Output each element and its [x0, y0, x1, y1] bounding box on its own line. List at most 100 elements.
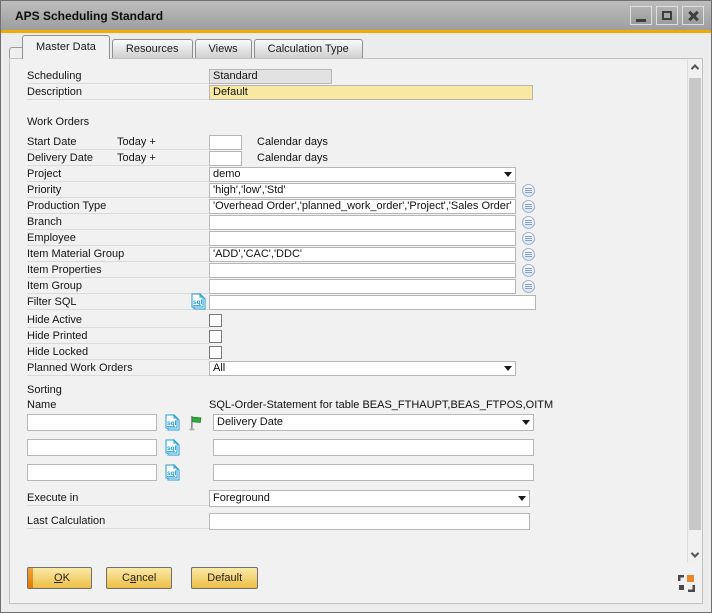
choose-list-icon[interactable] — [522, 200, 535, 213]
item-properties-field[interactable] — [209, 263, 516, 278]
employee-field[interactable] — [209, 231, 516, 246]
scheduling-field: Standard — [209, 69, 332, 84]
close-button[interactable] — [682, 6, 704, 25]
scroll-up-button[interactable] — [688, 60, 702, 74]
hide-active-checkbox[interactable] — [209, 314, 222, 327]
planned-work-orders-value: All — [213, 362, 225, 375]
choose-list-icon[interactable] — [522, 264, 535, 277]
delivery-date-offset-field[interactable] — [209, 151, 242, 166]
form-row: Item Properties — [27, 262, 685, 278]
execute-in-label: Execute in — [27, 491, 209, 506]
form-row: Priority 'high','low','Std' — [27, 182, 685, 198]
last-calculation-label: Last Calculation — [27, 514, 209, 529]
form-row: Project demo — [27, 166, 685, 182]
sql-icon[interactable]: sql — [165, 464, 180, 481]
tab-master-data[interactable]: Master Data — [22, 35, 110, 59]
sorting-row: sql — [27, 464, 685, 481]
chevron-down-icon — [518, 496, 526, 501]
choose-list-icon[interactable] — [522, 184, 535, 197]
form-row: Hide Printed — [27, 328, 685, 344]
resize-grip-icon[interactable] — [678, 575, 695, 592]
form-row: Item Material Group 'ADD','CAC','DDC' — [27, 246, 685, 262]
form-row: Planned Work Orders All — [27, 360, 685, 376]
tab-resources[interactable]: Resources — [112, 39, 193, 58]
sort-order-dropdown-1[interactable]: Delivery Date — [213, 414, 534, 431]
sorting-row: sql — [27, 439, 685, 456]
choose-list-icon[interactable] — [522, 232, 535, 245]
titlebar: APS Scheduling Standard — [1, 1, 711, 30]
item-group-field[interactable] — [209, 279, 516, 294]
delivery-date-label: Delivery Date Today + — [27, 151, 209, 166]
chevron-down-icon — [522, 420, 530, 425]
hide-locked-checkbox[interactable] — [209, 346, 222, 359]
production-type-field[interactable]: 'Overhead Order','planned_work_order','P… — [209, 199, 516, 214]
sql-icon[interactable]: sql — [165, 414, 180, 431]
delivery-date-prefix: Today + — [117, 151, 156, 165]
sorting-statement-label: SQL-Order-Statement for table BEAS_FTHAU… — [209, 399, 553, 411]
hide-printed-checkbox[interactable] — [209, 330, 222, 343]
tab-views[interactable]: Views — [195, 39, 252, 58]
maximize-icon — [662, 11, 672, 20]
employee-label: Employee — [27, 231, 209, 246]
form-row: Employee — [27, 230, 685, 246]
scheduling-label: Scheduling — [27, 69, 209, 84]
item-material-group-field[interactable]: 'ADD','CAC','DDC' — [209, 247, 516, 262]
sort-name-field-1[interactable] — [27, 414, 157, 431]
window-title: APS Scheduling Standard — [15, 9, 626, 23]
form-row: Start Date Today + Calendar days — [27, 134, 685, 150]
filter-sql-field[interactable] — [209, 295, 536, 310]
form-row: Hide Locked — [27, 344, 685, 360]
priority-label: Priority — [27, 183, 209, 198]
item-properties-label: Item Properties — [27, 263, 209, 278]
project-dropdown[interactable]: demo — [209, 167, 516, 182]
choose-list-icon[interactable] — [522, 216, 535, 229]
scrollbar-thumb[interactable] — [689, 78, 701, 530]
execute-in-value: Foreground — [213, 491, 270, 506]
chevron-down-icon — [504, 366, 512, 371]
cancel-button[interactable]: Cancel — [106, 567, 172, 589]
tab-calculation-type[interactable]: Calculation Type — [254, 39, 363, 58]
form-content: Scheduling Standard Description Default … — [10, 59, 685, 603]
delivery-date-suffix: Calendar days — [257, 152, 328, 164]
description-label: Description — [27, 85, 209, 100]
priority-field[interactable]: 'high','low','Std' — [209, 183, 516, 198]
hide-locked-label: Hide Locked — [27, 345, 209, 360]
planned-work-orders-dropdown[interactable]: All — [209, 361, 516, 376]
sorting-row: sql Delivery Date — [27, 414, 685, 431]
description-field[interactable]: Default — [209, 85, 533, 100]
sorting-name-label: Name — [27, 399, 209, 411]
flag-icon[interactable] — [188, 415, 203, 431]
sorting-header: Sorting — [27, 382, 685, 398]
sort-order-value-1: Delivery Date — [217, 416, 283, 429]
item-group-label: Item Group — [27, 279, 209, 294]
ok-button[interactable]: OK — [27, 567, 92, 589]
maximize-button[interactable] — [656, 6, 678, 25]
choose-list-icon[interactable] — [522, 280, 535, 293]
form-row: Hide Active — [27, 312, 685, 328]
sql-icon[interactable]: sql — [191, 293, 206, 310]
start-date-suffix: Calendar days — [257, 136, 328, 148]
form-row: Delivery Date Today + Calendar days — [27, 150, 685, 166]
execute-in-dropdown[interactable]: Foreground — [209, 490, 530, 507]
sort-order-field-3[interactable] — [213, 464, 534, 481]
project-value: demo — [213, 168, 241, 181]
last-calculation-field[interactable] — [209, 513, 530, 530]
sort-order-field-2[interactable] — [213, 439, 534, 456]
form-row: Description Default — [27, 84, 685, 100]
sql-icon[interactable]: sql — [165, 439, 180, 456]
svg-text:sql: sql — [193, 299, 203, 306]
start-date-offset-field[interactable] — [209, 135, 242, 150]
vertical-scrollbar[interactable] — [687, 60, 701, 562]
filter-sql-label: Filter SQL sql — [27, 295, 209, 310]
close-icon — [687, 10, 699, 22]
minimize-button[interactable] — [630, 6, 652, 25]
scroll-down-icon — [691, 549, 699, 557]
hide-active-label: Hide Active — [27, 313, 209, 328]
choose-list-icon[interactable] — [522, 248, 535, 261]
item-material-group-label: Item Material Group — [27, 247, 209, 262]
default-button[interactable]: Default — [191, 567, 258, 589]
scroll-down-button[interactable] — [688, 548, 702, 562]
sort-name-field-2[interactable] — [27, 439, 157, 456]
branch-field[interactable] — [209, 215, 516, 230]
sort-name-field-3[interactable] — [27, 464, 157, 481]
